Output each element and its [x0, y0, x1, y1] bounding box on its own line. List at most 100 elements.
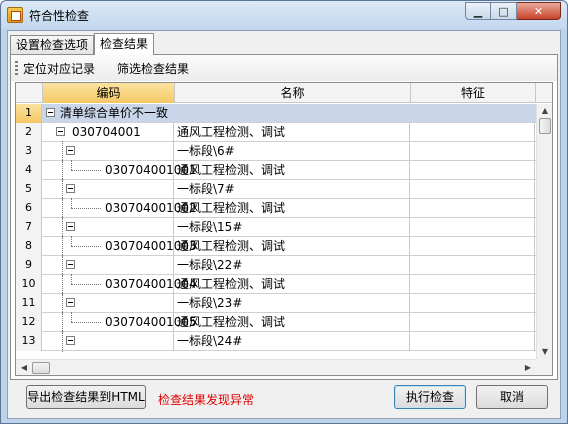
name-cell[interactable]: 一标段\7#: [175, 180, 410, 199]
grid-rows: 1清单综合单价不一致2通风工程检测、调试关0307040013一标段\6#4通风…: [16, 104, 544, 352]
window-controls: ▁ □ ✕: [465, 2, 561, 20]
name-cell[interactable]: 一标段\24#: [175, 332, 410, 351]
status-message: 检查结果发现异常: [158, 393, 255, 407]
table-row[interactable]: 2通风工程检测、调试关030704001: [16, 123, 544, 142]
title-bar[interactable]: 符合性检查 ▁ □ ✕: [1, 1, 567, 29]
collapse-icon[interactable]: [66, 184, 75, 193]
name-cell[interactable]: 通风工程检测、调试: [175, 199, 410, 218]
row-number[interactable]: 1: [16, 104, 42, 123]
name-cell[interactable]: 通风工程检测、调试: [175, 123, 410, 142]
export-html-button[interactable]: 导出检查结果到HTML: [26, 385, 146, 409]
row-number[interactable]: 7: [16, 218, 42, 237]
feature-cell[interactable]: [411, 237, 535, 256]
toolbar-grip-icon: [15, 61, 18, 75]
row-number[interactable]: 4: [16, 161, 42, 180]
row-number[interactable]: 9: [16, 256, 42, 275]
results-panel: 定位对应记录 筛选检查结果 编码 名称 特征 1 清单综合单价不一致 2 通风工程检测…: [10, 54, 558, 380]
feature-cell[interactable]: [411, 123, 535, 142]
tab-strip: 设置检查选项 检查结果: [10, 33, 155, 55]
column-header-name[interactable]: 名称: [175, 83, 411, 103]
tree-line: [62, 331, 63, 352]
table-row[interactable]: 1 清单综合单价不一致: [16, 104, 536, 123]
name-cell[interactable]: 一标段\23#: [175, 294, 410, 313]
collapse-icon[interactable]: [66, 260, 75, 269]
table-row[interactable]: 3 一标段\6#: [16, 141, 536, 162]
table-row[interactable]: 6通风工程检测、调试关030704001002: [16, 198, 544, 219]
collapse-icon[interactable]: [66, 336, 75, 345]
row-number[interactable]: 13: [16, 332, 42, 351]
tree-line: [71, 198, 72, 208]
cancel-button[interactable]: 取消: [476, 385, 548, 409]
tree-line: [71, 284, 101, 285]
feature-cell[interactable]: [411, 256, 535, 275]
feature-cell[interactable]: [411, 332, 535, 351]
vertical-scrollbar[interactable]: ▲ ▼: [536, 104, 552, 359]
name-cell[interactable]: [175, 104, 410, 123]
collapse-icon[interactable]: [56, 127, 65, 136]
tab-settings[interactable]: 设置检查选项: [10, 35, 95, 55]
table-row[interactable]: 7 一标段\15#: [16, 217, 536, 238]
name-cell[interactable]: 一标段\22#: [175, 256, 410, 275]
row-number[interactable]: 10: [16, 275, 42, 294]
column-header-feature[interactable]: 特征: [411, 83, 536, 103]
row-number[interactable]: 11: [16, 294, 42, 313]
run-check-button[interactable]: 执行检查: [394, 385, 466, 409]
column-header-code[interactable]: 编码: [43, 83, 175, 103]
tree-line: [62, 255, 63, 276]
scroll-down-icon[interactable]: ▼: [537, 345, 552, 359]
feature-cell[interactable]: [411, 142, 535, 161]
table-row[interactable]: 11 一标段\23#: [16, 293, 536, 314]
scroll-left-icon[interactable]: ◀: [16, 361, 32, 375]
table-row[interactable]: 12通风工程检测、调试关030704001005: [16, 312, 544, 333]
scroll-up-icon[interactable]: ▲: [537, 104, 552, 118]
tree-line: [62, 160, 63, 181]
row-number[interactable]: 6: [16, 199, 42, 218]
feature-cell[interactable]: [411, 294, 535, 313]
filter-results-button[interactable]: 筛选检查结果: [117, 60, 189, 77]
feature-cell[interactable]: [411, 313, 535, 332]
vertical-scroll-thumb[interactable]: [539, 118, 551, 134]
code-text: 030704001004: [105, 277, 197, 291]
tree-line: [71, 208, 101, 209]
locate-record-button[interactable]: 定位对应记录: [23, 60, 95, 77]
code-text: 030704001003: [105, 239, 197, 253]
table-row[interactable]: 4通风工程检测、调试关030704001001: [16, 160, 544, 181]
collapse-icon[interactable]: [66, 222, 75, 231]
row-number[interactable]: 2: [16, 123, 42, 142]
collapse-icon[interactable]: [66, 146, 75, 155]
table-row[interactable]: 5 一标段\7#: [16, 179, 536, 200]
tree-line: [71, 170, 101, 171]
name-cell[interactable]: 一标段\15#: [175, 218, 410, 237]
feature-cell[interactable]: [411, 218, 535, 237]
horizontal-scroll-thumb[interactable]: [32, 362, 50, 374]
feature-cell[interactable]: [411, 275, 535, 294]
row-number[interactable]: 3: [16, 142, 42, 161]
close-icon: ✕: [533, 4, 544, 18]
collapse-icon[interactable]: [66, 298, 75, 307]
collapse-icon[interactable]: [46, 108, 55, 117]
row-number[interactable]: 5: [16, 180, 42, 199]
feature-cell[interactable]: [411, 161, 535, 180]
feature-cell[interactable]: [411, 199, 535, 218]
name-cell[interactable]: 通风工程检测、调试: [175, 275, 410, 294]
row-number[interactable]: 8: [16, 237, 42, 256]
maximize-button[interactable]: □: [491, 2, 517, 20]
table-row[interactable]: 9 一标段\22#: [16, 255, 536, 276]
feature-cell[interactable]: [411, 180, 535, 199]
row-number[interactable]: 12: [16, 313, 42, 332]
table-row[interactable]: 8通风工程检测、调试关030704001003: [16, 236, 544, 257]
name-cell[interactable]: 通风工程检测、调试: [175, 161, 410, 180]
tree-line: [62, 198, 63, 219]
name-cell[interactable]: 一标段\6#: [175, 142, 410, 161]
name-cell[interactable]: 通风工程检测、调试: [175, 313, 410, 332]
minimize-button[interactable]: ▁: [465, 2, 491, 20]
table-row[interactable]: 13 一标段\24#: [16, 331, 536, 352]
feature-cell[interactable]: [411, 104, 535, 123]
table-row[interactable]: 10通风工程检测、调试关030704001004: [16, 274, 544, 295]
name-cell[interactable]: 通风工程检测、调试: [175, 237, 410, 256]
results-toolbar: 定位对应记录 筛选检查结果: [11, 55, 557, 81]
horizontal-scrollbar[interactable]: ◀ ▶: [16, 359, 536, 375]
tab-results[interactable]: 检查结果: [94, 33, 155, 55]
scroll-right-icon[interactable]: ▶: [520, 361, 536, 375]
close-button[interactable]: ✕: [517, 2, 561, 20]
